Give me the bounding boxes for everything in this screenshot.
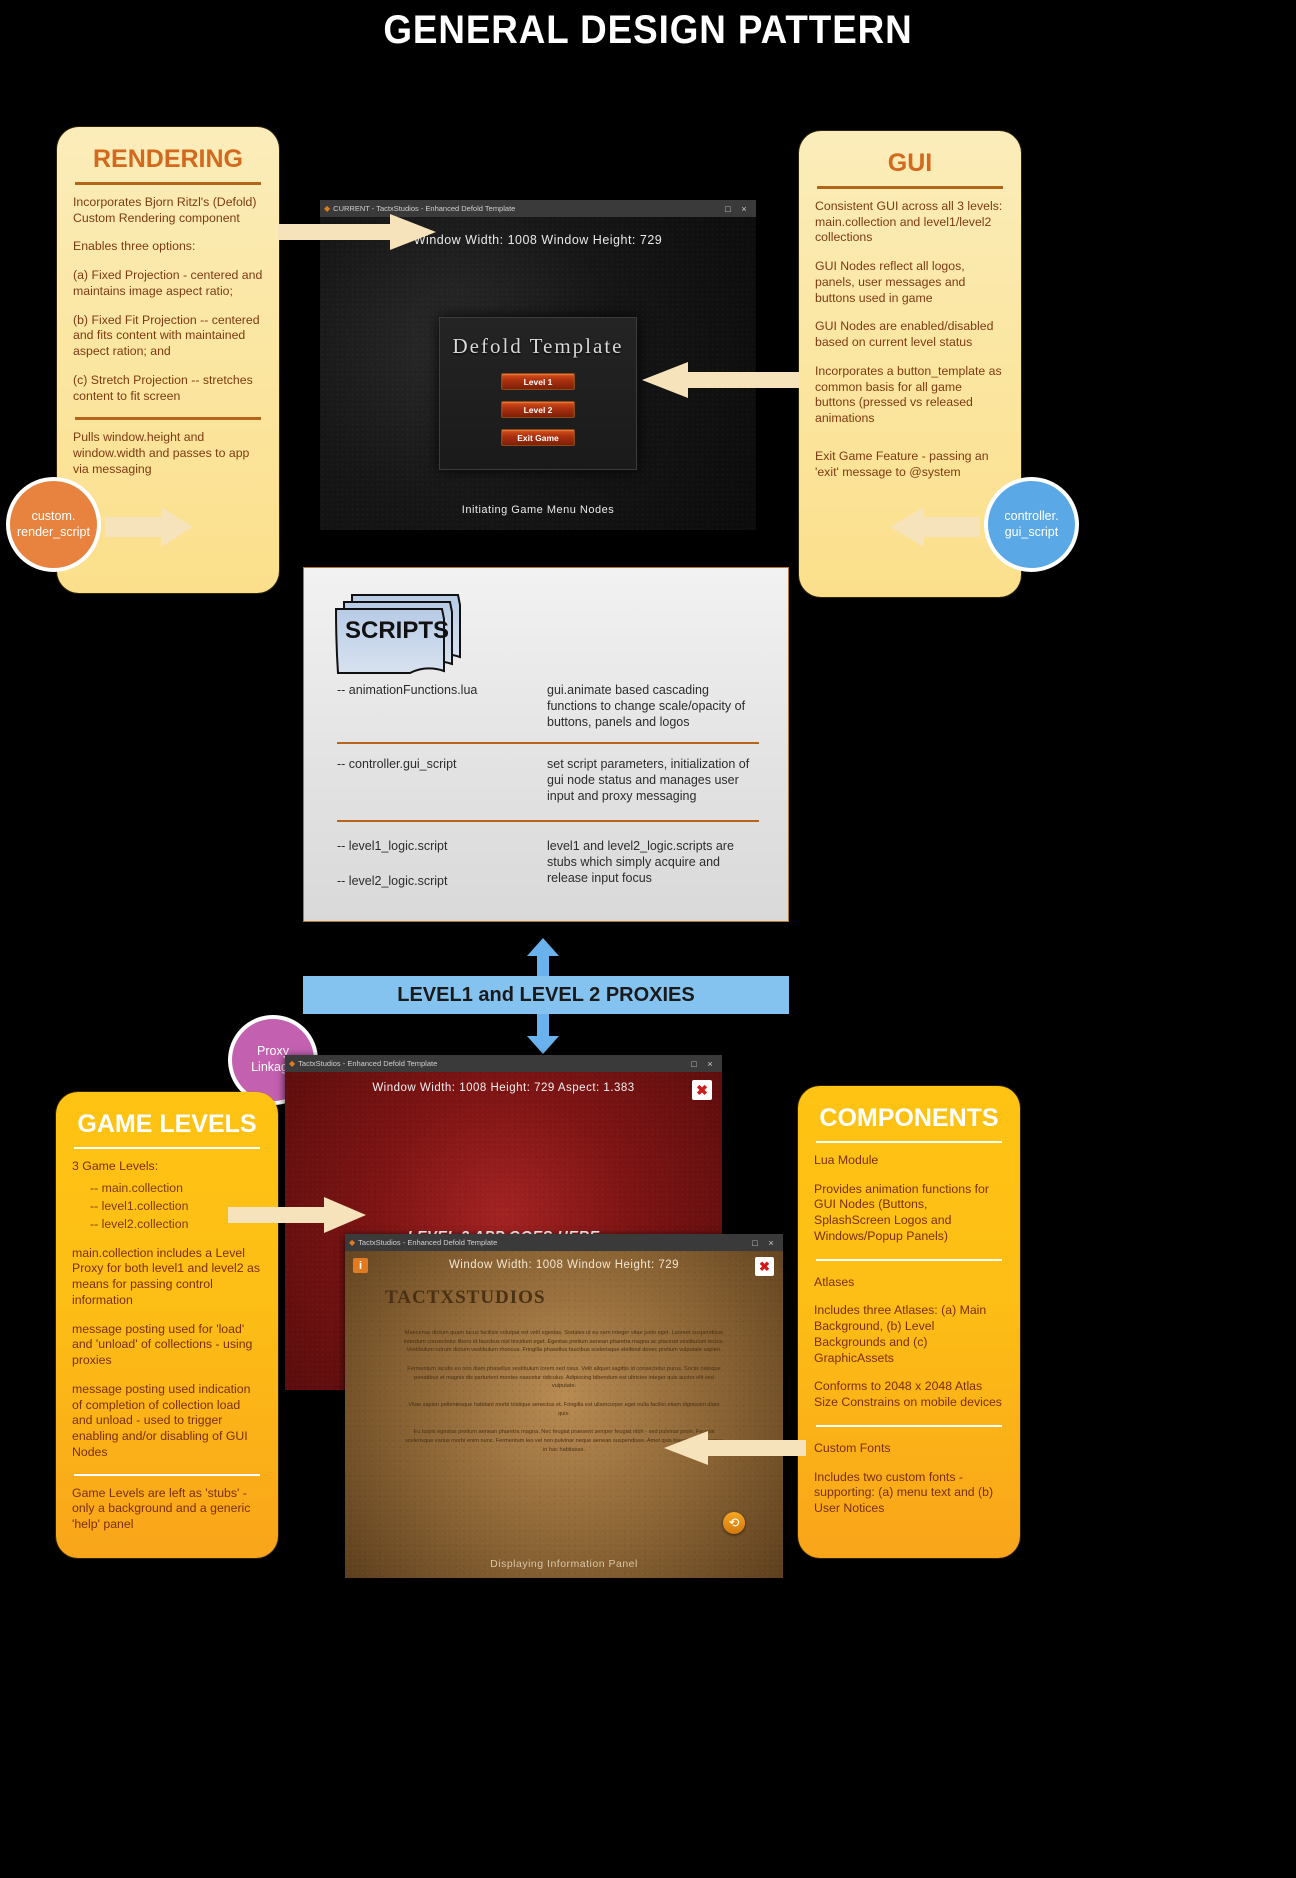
badge-render-script-label: custom. render_script — [17, 508, 90, 539]
game-button-exit[interactable]: Exit Game — [501, 429, 575, 446]
rendering-footer: Pulls window.height and window.width and… — [73, 430, 250, 476]
divider — [337, 742, 759, 744]
components-group-1-title: Atlases — [814, 1274, 855, 1289]
game-levels-intro: 3 Game Levels: — [72, 1159, 159, 1173]
gui-para-2: GUI Nodes are enabled/disabled based on … — [815, 319, 994, 350]
window-content-info: i Window Width: 1008 Window Height: 729 … — [345, 1251, 783, 1578]
divider — [74, 1147, 260, 1149]
divider — [337, 820, 759, 822]
badge-custom-render-script[interactable]: custom. render_script — [6, 477, 101, 572]
rendering-para-0: Incorporates Bjorn Ritzl's (Defold) Cust… — [73, 195, 257, 225]
components-group-1-body2: Conforms to 2048 x 2048 Atlas Size Const… — [814, 1379, 1002, 1410]
arrow-rendering-to-window — [278, 212, 438, 252]
window-info-panel[interactable]: ◆ TactxStudios - Enhanced Defold Templat… — [345, 1234, 783, 1578]
game-button-level1[interactable]: Level 1 — [501, 373, 575, 390]
maximize-icon[interactable]: □ — [686, 1059, 702, 1069]
components-group-0-body: Provides animation functions for GUI Nod… — [814, 1181, 989, 1243]
panel-scripts: SCRIPTS -- animationFunctions.lua gui.an… — [303, 567, 789, 922]
proxy-bar-label: LEVEL1 and LEVEL 2 PROXIES — [397, 983, 695, 1006]
close-icon[interactable]: × — [702, 1059, 718, 1069]
script-name-2: -- level2_logic.script — [337, 874, 448, 888]
info-panel-logo: TACTXSTUDIOS — [385, 1287, 546, 1308]
game-levels-para-2: message posting used indication of compl… — [72, 1381, 251, 1459]
maximize-icon[interactable]: □ — [720, 204, 736, 214]
panel-game-levels-heading: GAME LEVELS — [77, 1110, 257, 1138]
script-desc: level1 and level2_logic.scripts are stub… — [547, 839, 734, 885]
gui-para-0: Consistent GUI across all 3 levels: main… — [815, 199, 1003, 245]
game-menu-panel: Defold Template Level 1 Level 2 Exit Gam… — [439, 317, 637, 470]
components-group-2-body: Includes two custom fonts - supporting: … — [814, 1469, 994, 1516]
maximize-icon[interactable]: □ — [747, 1238, 763, 1248]
script-desc: gui.animate based cascading functions to… — [547, 683, 746, 729]
rendering-para-4: (c) Stretch Projection -- stretches cont… — [73, 372, 253, 403]
window-titlebar-info[interactable]: ◆ TactxStudios - Enhanced Defold Templat… — [345, 1234, 783, 1251]
close-icon[interactable]: × — [763, 1238, 779, 1248]
game-levels-footer: Game Levels are left as 'stubs' - only a… — [72, 1485, 251, 1531]
app-icon: ◆ — [289, 1059, 296, 1068]
panel-gui-heading: GUI — [887, 149, 933, 177]
components-group-2-title: Custom Fonts — [814, 1440, 891, 1455]
page-title: GENERAL DESIGN PATTERN — [383, 8, 913, 52]
script-name: -- controller.gui_script — [337, 757, 457, 771]
arrow-gui-to-window — [638, 360, 800, 400]
arrow-components-to-info — [660, 1430, 806, 1466]
hud-status-message: Initiating Game Menu Nodes — [461, 504, 615, 516]
panel-components: COMPONENTS Lua Module Provides animation… — [798, 1086, 1020, 1558]
arrow-gui-script — [884, 505, 980, 549]
next-button-icon[interactable]: ⟲ — [723, 1512, 745, 1534]
info-para-2: Vitae sapien pellentesque habitant morbi… — [408, 1401, 720, 1417]
scripts-row-controller: -- controller.gui_script set script para… — [337, 756, 759, 804]
game-levels-para-1: message posting used for 'load' and 'unl… — [72, 1321, 253, 1368]
hud-window-dimensions-info: Window Width: 1008 Window Height: 729 — [448, 1259, 680, 1271]
badge-controller-gui-script[interactable]: controller. gui_script — [984, 477, 1079, 572]
info-para-0: Maecenas dictum quam lacus facilisis vol… — [403, 1330, 725, 1354]
components-group-0-title: Lua Module — [814, 1153, 879, 1167]
close-badge-info[interactable]: ✖ — [755, 1257, 774, 1276]
rendering-para-3: (b) Fixed Fit Projection -- centered and… — [73, 312, 260, 359]
close-badge-level2[interactable]: ✖ — [692, 1080, 712, 1100]
window-titlebar-level2[interactable]: ◆ TactxStudios - Enhanced Defold Templat… — [285, 1055, 722, 1072]
hud-window-dimensions-level2: Window Width: 1008 Height: 729 Aspect: 1… — [372, 1082, 635, 1094]
divider-footer — [75, 417, 261, 421]
arrow-game-levels-to-window — [228, 1195, 368, 1235]
script-name: -- animationFunctions.lua — [337, 683, 478, 697]
arrow-proxies-to-levels — [527, 1014, 559, 1054]
divider — [816, 1424, 1002, 1427]
arrow-render-script — [105, 505, 195, 549]
divider — [816, 1258, 1002, 1261]
divider — [75, 182, 261, 185]
scripts-row-levels: -- level1_logic.script -- level2_logic.s… — [337, 838, 759, 889]
game-button-level2[interactable]: Level 2 — [501, 401, 575, 418]
info-para-1: Fermentum iaculis eu non diam phasellus … — [407, 1365, 721, 1390]
panel-game-levels: GAME LEVELS 3 Game Levels: -- main.colle… — [56, 1092, 278, 1558]
game-levels-para-0: main.collection includes a Level Proxy f… — [72, 1245, 260, 1307]
gui-para-3: Incorporates a button_template as common… — [815, 363, 1002, 426]
badge-gui-script-label: controller. gui_script — [1004, 508, 1059, 539]
divider — [816, 1141, 1002, 1143]
rendering-para-1: Enables three options: — [73, 239, 196, 254]
window-title-text: TactxStudios - Enhanced Defold Template — [358, 1238, 498, 1247]
app-icon: ◆ — [349, 1238, 356, 1247]
panel-components-heading: COMPONENTS — [819, 1104, 999, 1132]
hud-status-info: Displaying Information Panel — [490, 1558, 638, 1570]
gui-para-4: Exit Game Feature - passing an 'exit' me… — [815, 448, 989, 479]
scripts-folder-label: SCRIPTS — [345, 617, 450, 644]
script-desc: set script parameters, initialization of… — [547, 757, 750, 803]
divider — [817, 186, 1003, 189]
divider-footer — [74, 1473, 260, 1476]
close-icon[interactable]: × — [736, 204, 752, 214]
rendering-para-2: (a) Fixed Projection - centered and main… — [73, 268, 263, 298]
arrow-scripts-to-proxies — [527, 938, 559, 978]
script-name: -- level1_logic.script — [337, 839, 448, 853]
proxy-bar: LEVEL1 and LEVEL 2 PROXIES — [303, 976, 789, 1014]
game-menu-title: Defold Template — [452, 334, 624, 358]
panel-rendering-heading: RENDERING — [92, 145, 243, 173]
scripts-row-animation: -- animationFunctions.lua gui.animate ba… — [337, 682, 759, 730]
components-group-1-body: Includes three Atlases: (a) Main Backgro… — [814, 1303, 987, 1365]
gui-para-1: GUI Nodes reflect all logos, panels, use… — [815, 259, 966, 305]
window-title-text: TactxStudios - Enhanced Defold Template — [298, 1059, 438, 1068]
